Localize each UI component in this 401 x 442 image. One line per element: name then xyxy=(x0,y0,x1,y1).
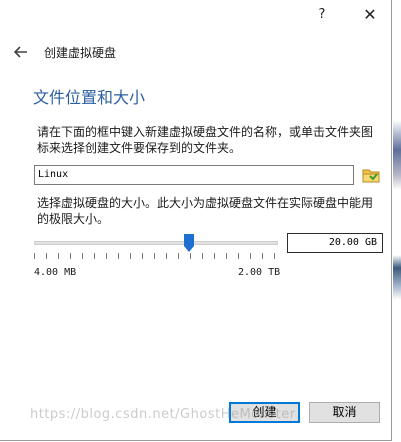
help-button[interactable]: ? xyxy=(312,5,332,25)
min-size-label: 4.00 MB xyxy=(34,267,77,278)
size-description: 选择虚拟硬盘的大小。此大小为虚拟硬盘文件在实际硬盘中能用的极限大小。 xyxy=(37,196,374,226)
max-size-label: 2.00 TB xyxy=(238,267,281,278)
choose-folder-button[interactable] xyxy=(361,165,381,185)
create-virtual-disk-dialog: ? ✕ 创建虚拟硬盘 文件位置和大小 请在下面的框中键入新建虚拟硬盘文件的名称，… xyxy=(0,0,392,441)
size-input[interactable]: 20.00 GB xyxy=(287,233,383,253)
slider-ticks xyxy=(34,253,278,259)
back-arrow-icon[interactable] xyxy=(12,45,30,61)
watermark: https://blog.csdn.net/GhostHeMonster xyxy=(30,407,296,422)
folder-icon xyxy=(362,169,380,183)
location-description: 请在下面的框中键入新建虚拟硬盘文件的名称，或单击文件夹图标来选择创建文件要保存到… xyxy=(37,125,374,155)
page-heading: 文件位置和大小 xyxy=(33,88,146,107)
title-bar: ? ✕ xyxy=(0,0,392,30)
size-slider[interactable] xyxy=(34,234,278,264)
wizard-title: 创建虚拟硬盘 xyxy=(44,46,117,60)
slider-track[interactable] xyxy=(34,241,278,245)
close-button[interactable]: ✕ xyxy=(358,5,382,25)
slider-thumb[interactable] xyxy=(184,234,194,252)
desktop-background xyxy=(393,0,401,442)
file-name-input[interactable]: Linux xyxy=(34,165,354,185)
cancel-button[interactable]: 取消 xyxy=(309,402,380,423)
